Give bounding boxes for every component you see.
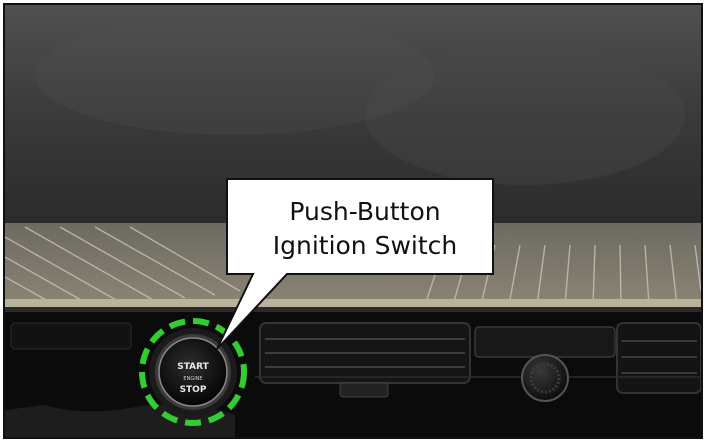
engine-label: ENGINE — [183, 376, 202, 382]
stop-label: STOP — [180, 385, 207, 395]
start-label: START — [177, 362, 209, 372]
callout-label: Push-Button Ignition Switch — [237, 195, 493, 263]
photo-frame: START ENGINE STOP Push-Button Ignition S… — [3, 3, 703, 439]
lower-console — [5, 307, 701, 437]
callout-line-1: Push-Button — [289, 197, 441, 226]
callout-line-2: Ignition Switch — [272, 231, 458, 260]
volume-knob — [521, 354, 569, 402]
